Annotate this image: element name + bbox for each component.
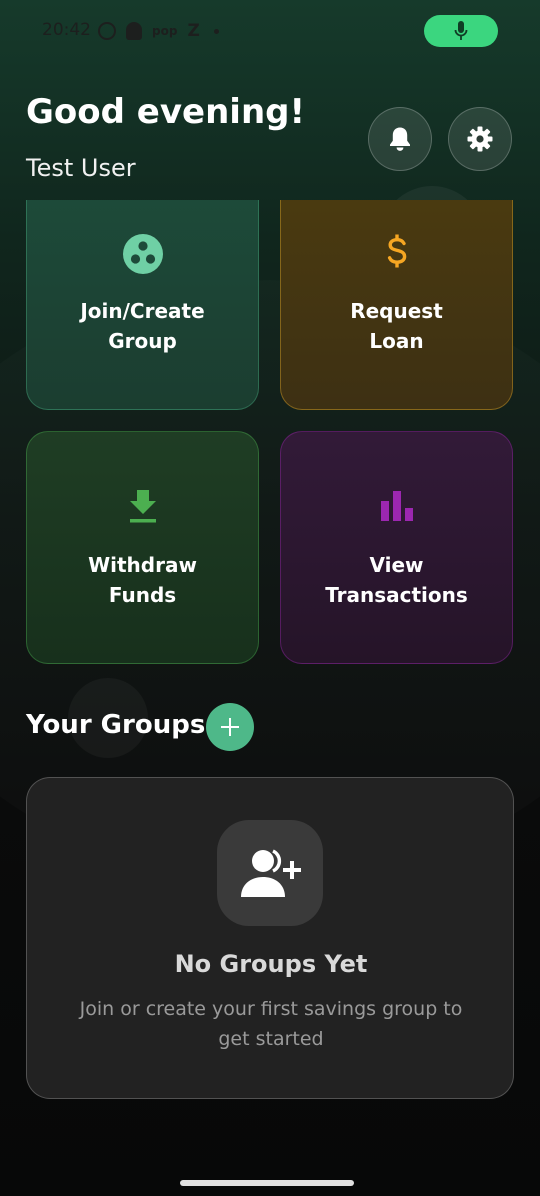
empty-groups-title: No Groups Yet xyxy=(174,950,368,978)
snapchat-icon xyxy=(126,22,142,40)
gear-icon xyxy=(467,126,493,152)
username-label: Test User xyxy=(26,154,136,182)
more-dot-icon xyxy=(213,28,219,34)
request-loan-label: Request Loan xyxy=(350,299,443,353)
bar-chart-icon xyxy=(380,491,413,521)
status-time: 20:42 xyxy=(42,20,91,40)
status-bar: 20:42 pop Z xyxy=(0,0,540,64)
join-create-group-label: Join/Create Group xyxy=(80,299,205,353)
join-create-group-card[interactable]: Join/Create Group xyxy=(26,200,259,410)
notification-icons: pop Z xyxy=(98,21,219,41)
mic-indicator[interactable] xyxy=(424,15,498,47)
notifications-button[interactable] xyxy=(368,107,432,171)
empty-groups-icon-box xyxy=(217,820,323,926)
pop-badge: pop xyxy=(152,24,178,38)
download-icon xyxy=(129,490,156,523)
home-indicator[interactable] xyxy=(180,1180,354,1186)
add-group-icon xyxy=(241,849,301,897)
empty-groups-description: Join or create your first savings group … xyxy=(79,998,463,1050)
bell-icon xyxy=(390,127,410,151)
mic-icon xyxy=(454,21,468,40)
z-badge: Z xyxy=(187,21,200,41)
request-loan-card[interactable]: Request Loan xyxy=(280,200,513,410)
view-transactions-label: View Transactions xyxy=(325,553,468,607)
view-transactions-card[interactable]: View Transactions xyxy=(280,431,513,664)
empty-groups-card: No Groups Yet Join or create your first … xyxy=(26,777,514,1099)
whatsapp-icon xyxy=(98,22,116,40)
group-icon xyxy=(122,234,163,274)
your-groups-title: Your Groups xyxy=(26,710,206,740)
add-group-button[interactable] xyxy=(206,703,254,751)
withdraw-funds-card[interactable]: Withdraw Funds xyxy=(26,431,259,664)
withdraw-funds-label: Withdraw Funds xyxy=(88,553,197,607)
plus-icon xyxy=(221,718,239,736)
greeting-title: Good evening! xyxy=(26,92,305,132)
settings-button[interactable] xyxy=(448,107,512,171)
app-screen: 20:42 pop Z Good evening! Test User Join… xyxy=(0,0,540,1196)
dollar-icon xyxy=(387,234,406,268)
